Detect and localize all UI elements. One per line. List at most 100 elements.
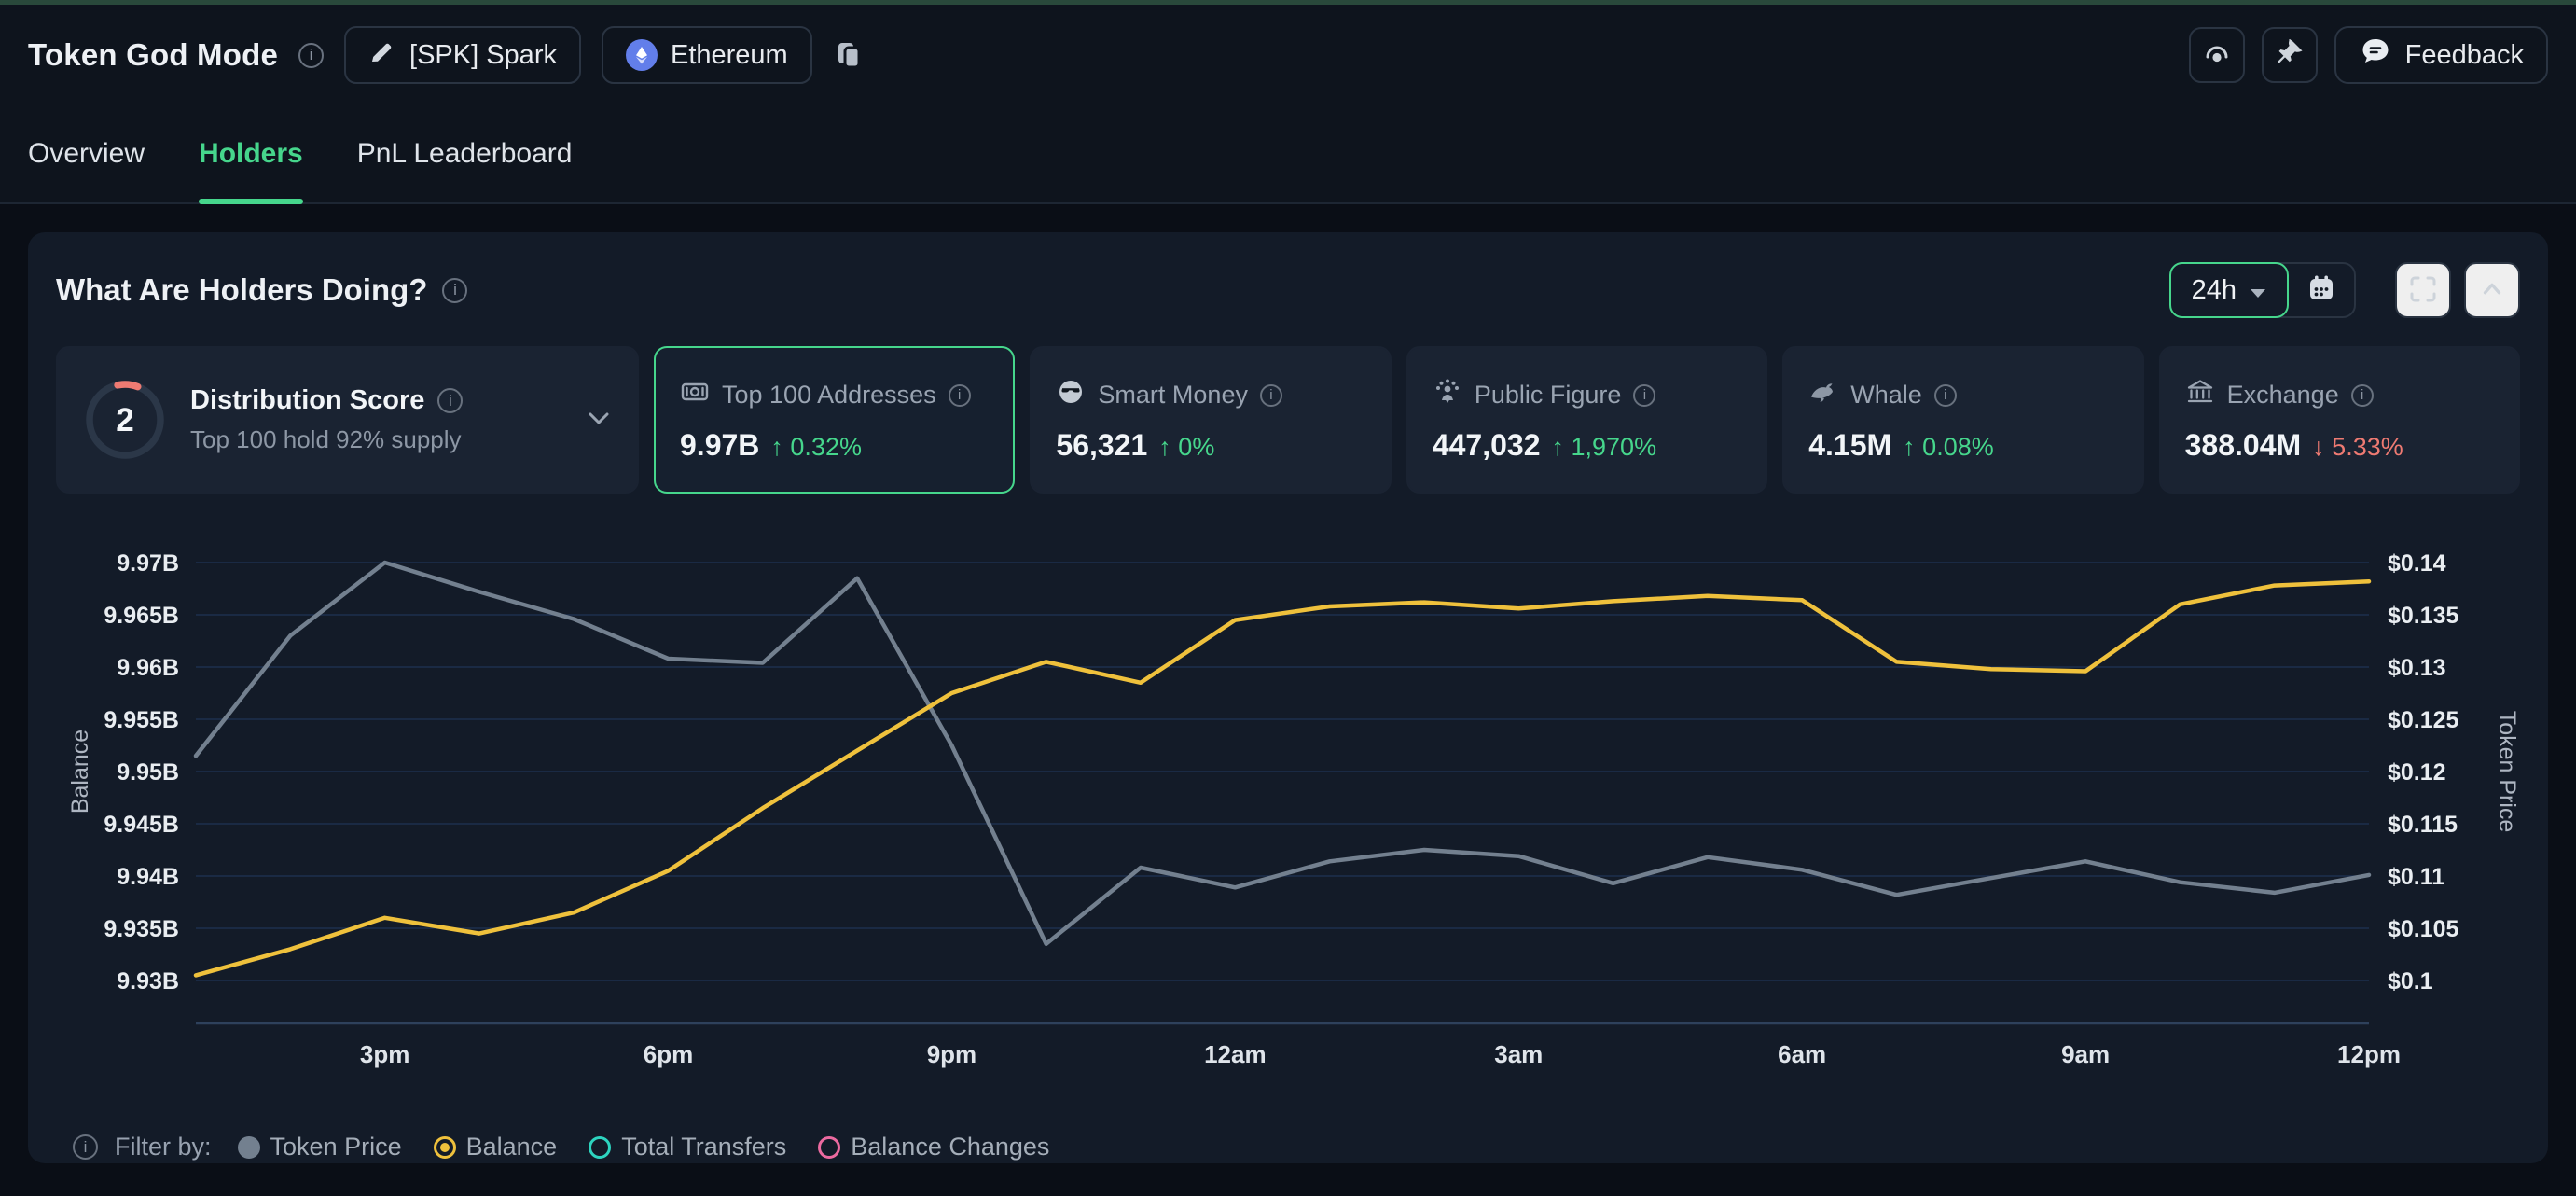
holders-chart[interactable]: 9.97B$0.149.965B$0.1359.96B$0.139.955B$0… (56, 507, 2520, 1108)
chevron-up-icon (2478, 275, 2506, 306)
legend-item-balance-changes[interactable]: Balance Changes (818, 1133, 1049, 1161)
x-axis-tick: 3am (1494, 1040, 1543, 1068)
main: What Are Holders Doing? 24h (0, 204, 2576, 1191)
left-axis-tick: 9.935B (104, 916, 179, 942)
total-transfers-swatch-icon (589, 1136, 611, 1159)
chevron-down-icon[interactable] (585, 405, 613, 436)
up-arrow-icon: ↑ (1903, 433, 1916, 461)
ethereum-icon (626, 39, 658, 71)
pencil-icon (368, 37, 396, 73)
right-axis-title: Token Price (2494, 711, 2520, 833)
fullscreen-button[interactable] (2395, 262, 2451, 318)
holders-panel: What Are Holders Doing? 24h (28, 232, 2548, 1163)
token-price-swatch-icon (238, 1136, 260, 1159)
info-icon[interactable] (437, 388, 463, 413)
distribution-score-subtitle: Top 100 hold 92% supply (190, 425, 463, 454)
chain-button-label: Ethereum (671, 40, 788, 71)
x-axis-tick: 12pm (2337, 1040, 2401, 1068)
balance-changes-swatch-icon (818, 1136, 840, 1159)
left-axis-tick: 9.97B (117, 550, 179, 577)
up-arrow-icon: ↑ (1551, 433, 1564, 461)
right-axis-tick: $0.125 (2388, 707, 2459, 733)
panel-title: What Are Holders Doing? (56, 272, 427, 308)
header: Token God Mode [SPK] Spark Ethereum (0, 5, 2576, 105)
stat-label: Public Figure (1475, 381, 1622, 410)
x-axis-tick: 6am (1778, 1040, 1826, 1068)
tab-overview[interactable]: Overview (28, 105, 145, 202)
whale-card[interactable]: Whale 4.15M ↑ 0.08% (1782, 346, 2143, 494)
smart-money-card[interactable]: Smart Money 56,321 ↑ 0% (1030, 346, 1391, 494)
public-figure-card[interactable]: Public Figure 447,032 ↑ 1,970% (1406, 346, 1767, 494)
token-price-line (196, 563, 2369, 944)
legend-item-token-price[interactable]: Token Price (238, 1133, 402, 1161)
left-axis-tick: 9.94B (117, 864, 179, 890)
feedback-button[interactable]: Feedback (2334, 26, 2548, 84)
x-axis-tick: 3pm (360, 1040, 409, 1068)
info-icon[interactable] (949, 384, 971, 407)
panel-header: What Are Holders Doing? 24h (56, 262, 2520, 318)
distribution-score-card[interactable]: 2 Distribution Score Top 100 hold 92% su… (56, 346, 639, 494)
info-icon[interactable] (1633, 384, 1655, 407)
stat-change: 0% (1178, 433, 1214, 461)
stat-change: 5.33% (2332, 433, 2403, 461)
pin-button[interactable] (2262, 27, 2318, 83)
legend-item-balance[interactable]: Balance (434, 1133, 558, 1161)
banknote-icon (680, 377, 710, 413)
info-icon[interactable] (1260, 384, 1282, 407)
info-icon[interactable] (442, 278, 467, 303)
timeframe-value: 24h (2192, 275, 2237, 306)
copy-icon[interactable] (833, 39, 865, 71)
bank-icon (2185, 377, 2215, 413)
down-arrow-icon: ↓ (2312, 433, 2325, 461)
exchange-card[interactable]: Exchange 388.04M ↓ 5.33% (2159, 346, 2520, 494)
chain-select-button[interactable]: Ethereum (602, 26, 812, 84)
stat-change: 0.08% (1922, 433, 1994, 461)
stat-value: 9.97B (680, 428, 759, 463)
page-title: Token God Mode (28, 37, 278, 73)
x-axis-tick: 9am (2061, 1040, 2110, 1068)
left-axis-tick: 9.95B (117, 759, 179, 786)
token-select-button[interactable]: [SPK] Spark (344, 26, 581, 84)
right-axis-tick: $0.12 (2388, 759, 2446, 786)
calendar-button[interactable] (2289, 264, 2354, 316)
left-axis-title: Balance (67, 730, 93, 814)
stat-change: 0.32% (790, 433, 862, 461)
header-actions: Feedback (2189, 26, 2548, 84)
chevron-down-icon (2250, 275, 2266, 306)
stat-label: Whale (1850, 381, 1922, 410)
stat-value: 447,032 (1433, 428, 1541, 463)
distribution-score-label: Distribution Score (190, 385, 424, 416)
tab-pnl-leaderboard[interactable]: PnL Leaderboard (357, 105, 573, 202)
right-axis-tick: $0.105 (2388, 916, 2459, 942)
token-button-label: [SPK] Spark (409, 40, 557, 71)
fullscreen-icon (2408, 274, 2438, 307)
legend-item-total-transfers[interactable]: Total Transfers (589, 1133, 786, 1161)
left-axis-tick: 9.96B (117, 655, 179, 681)
calendar-icon (2306, 273, 2336, 308)
info-icon[interactable] (1934, 384, 1957, 407)
watch-mode-button[interactable] (2189, 27, 2245, 83)
chat-icon (2359, 35, 2392, 76)
left-axis-tick: 9.965B (104, 603, 179, 629)
tab-holders[interactable]: Holders (199, 105, 303, 202)
public-figure-icon (1433, 377, 1462, 413)
right-axis-tick: $0.13 (2388, 655, 2446, 681)
tabbar: Overview Holders PnL Leaderboard (0, 105, 2576, 204)
info-icon[interactable] (2351, 384, 2374, 407)
legend-prefix: Filter by: (115, 1133, 212, 1161)
up-arrow-icon: ↑ (1158, 433, 1171, 461)
eye-icon (2201, 38, 2233, 73)
right-axis-tick: $0.11 (2388, 864, 2444, 890)
left-axis-tick: 9.93B (117, 968, 179, 994)
collapse-button[interactable] (2464, 262, 2520, 318)
info-icon[interactable] (298, 43, 324, 68)
stat-value: 4.15M (1808, 428, 1891, 463)
info-icon[interactable] (73, 1134, 98, 1160)
top-100-addresses-card[interactable]: Top 100 Addresses 9.97B ↑ 0.32% (654, 346, 1015, 494)
distribution-score-value: 2 (116, 402, 133, 438)
stat-value: 388.04M (2185, 428, 2302, 463)
stat-cards-row: 2 Distribution Score Top 100 hold 92% su… (56, 346, 2520, 494)
timeframe-dropdown[interactable]: 24h (2169, 262, 2289, 318)
left-axis-tick: 9.955B (104, 707, 179, 733)
chart-canvas[interactable]: 9.97B$0.149.965B$0.1359.96B$0.139.955B$0… (56, 507, 2520, 1104)
